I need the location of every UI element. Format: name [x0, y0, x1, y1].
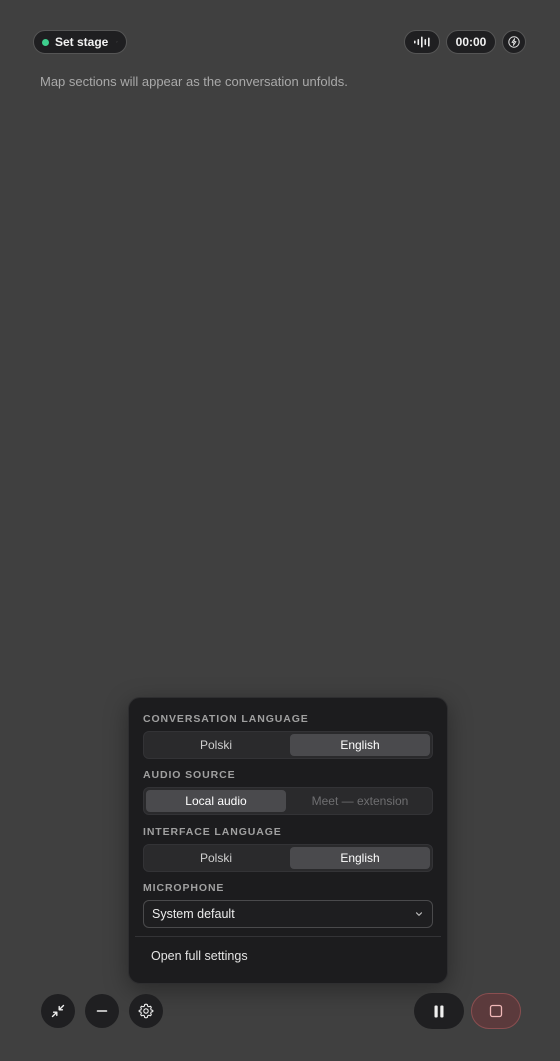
minimize-button[interactable]	[85, 994, 119, 1028]
microphone-label: MICROPHONE	[143, 882, 225, 894]
pause-button[interactable]	[414, 993, 464, 1029]
gear-icon	[138, 1003, 154, 1019]
waveform-icon	[414, 36, 430, 48]
conversation-language-label: CONVERSATION LANGUAGE	[143, 713, 309, 725]
minus-icon	[96, 1010, 108, 1012]
stop-icon	[489, 1004, 503, 1018]
audio-source-label: AUDIO SOURCE	[143, 769, 236, 781]
set-stage-button[interactable]: Set stage	[33, 30, 127, 54]
settings-button[interactable]	[129, 994, 163, 1028]
conversation-language-english[interactable]: English	[290, 734, 430, 756]
microphone-value: System default	[152, 907, 235, 921]
status-dot	[42, 38, 49, 46]
interface-language-polski[interactable]: Polski	[146, 847, 286, 869]
chevron-down-icon	[116, 41, 118, 43]
conversation-language-toggle: Polski English	[143, 731, 433, 759]
collapse-icon	[51, 1004, 65, 1018]
chevron-down-icon	[415, 912, 423, 916]
assist-button[interactable]	[502, 30, 526, 54]
collapse-button[interactable]	[41, 994, 75, 1028]
divider	[135, 936, 441, 937]
bolt-icon	[508, 36, 520, 48]
microphone-select[interactable]: System default	[143, 900, 433, 928]
interface-language-toggle: Polski English	[143, 844, 433, 872]
conversation-language-polski[interactable]: Polski	[146, 734, 286, 756]
timer-display: 00:00	[446, 30, 496, 54]
open-full-settings-link[interactable]: Open full settings	[151, 949, 248, 963]
interface-language-label: INTERFACE LANGUAGE	[143, 826, 282, 838]
pause-icon	[434, 1005, 444, 1017]
audio-source-toggle: Local audio Meet — extension	[143, 787, 433, 815]
audio-source-meet-extension[interactable]: Meet — extension	[290, 790, 430, 812]
audio-level-button[interactable]	[404, 30, 440, 54]
settings-popover: CONVERSATION LANGUAGE Polski English AUD…	[128, 697, 448, 984]
audio-source-local[interactable]: Local audio	[146, 790, 286, 812]
interface-language-english[interactable]: English	[290, 847, 430, 869]
empty-state-hint: Map sections will appear as the conversa…	[40, 74, 348, 89]
set-stage-label: Set stage	[55, 35, 109, 49]
stop-button[interactable]	[471, 993, 521, 1029]
